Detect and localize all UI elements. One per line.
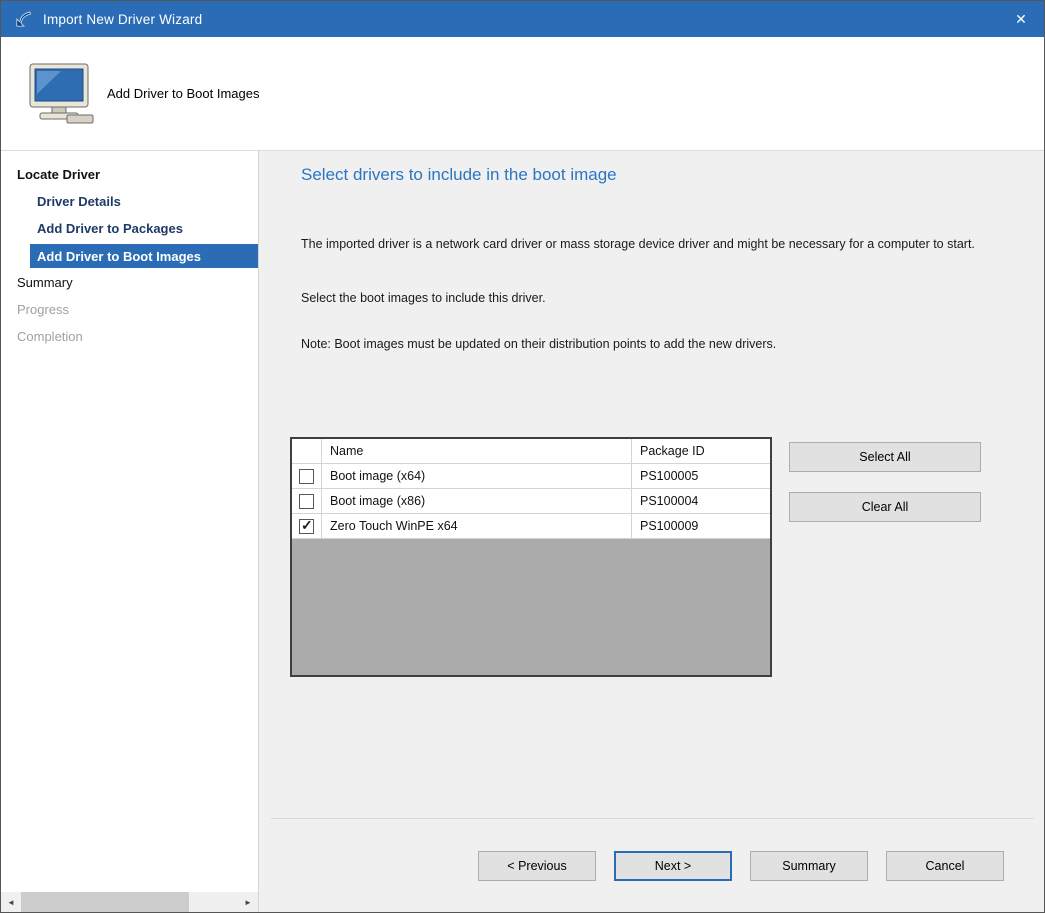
table-row[interactable]: Zero Touch WinPE x64 PS100009 (292, 514, 770, 539)
table-row[interactable]: Boot image (x64) PS100005 (292, 464, 770, 489)
row-name: Zero Touch WinPE x64 (322, 514, 632, 538)
select-all-button[interactable]: Select All (789, 442, 981, 472)
sidebar-item-completion: Completion (1, 323, 258, 350)
clear-all-button[interactable]: Clear All (789, 492, 981, 522)
table-header-row: Name Package ID (292, 439, 770, 464)
row-name: Boot image (x64) (322, 464, 632, 488)
row-package-id: PS100004 (632, 489, 770, 513)
wizard-steps-sidebar: Locate Driver Driver Details Add Driver … (1, 151, 259, 912)
close-button[interactable]: ✕ (998, 1, 1044, 37)
horizontal-scrollbar[interactable]: ◄ ► (1, 892, 258, 912)
note-text: Note: Boot images must be updated on the… (301, 335, 1001, 353)
footer-divider (271, 818, 1034, 819)
window-title: Import New Driver Wizard (43, 12, 202, 27)
next-button[interactable]: Next > (614, 851, 732, 881)
column-header-checkbox[interactable] (292, 439, 322, 463)
sidebar-item-locate-driver[interactable]: Locate Driver (1, 161, 258, 188)
sidebar-item-add-driver-to-boot-images[interactable]: Add Driver to Boot Images (30, 244, 258, 268)
table-row[interactable]: Boot image (x86) PS100004 (292, 489, 770, 514)
wizard-page-title: Add Driver to Boot Images (107, 86, 259, 101)
summary-button[interactable]: Summary (750, 851, 868, 881)
previous-button[interactable]: < Previous (478, 851, 596, 881)
select-text: Select the boot images to include this d… (301, 289, 1001, 307)
row-name: Boot image (x86) (322, 489, 632, 513)
intro-text: The imported driver is a network card dr… (301, 235, 1001, 253)
scrollbar-track[interactable] (21, 892, 238, 912)
sidebar-item-add-driver-to-packages[interactable]: Add Driver to Packages (1, 215, 258, 242)
boot-images-table: Name Package ID Boot image (x64) PS10000… (290, 437, 772, 677)
sidebar-item-driver-details[interactable]: Driver Details (1, 188, 258, 215)
row-package-id: PS100009 (632, 514, 770, 538)
row-checkbox[interactable] (299, 519, 314, 534)
wizard-body: Locate Driver Driver Details Add Driver … (1, 151, 1044, 912)
row-package-id: PS100005 (632, 464, 770, 488)
computer-monitor-icon (21, 62, 99, 126)
sidebar-item-progress: Progress (1, 296, 258, 323)
column-header-package-id[interactable]: Package ID (632, 439, 770, 463)
scrollbar-thumb[interactable] (21, 892, 189, 912)
titlebar: Import New Driver Wizard ✕ (1, 1, 1044, 37)
cancel-button[interactable]: Cancel (886, 851, 1004, 881)
row-checkbox[interactable] (299, 469, 314, 484)
row-checkbox[interactable] (299, 494, 314, 509)
scroll-left-icon[interactable]: ◄ (1, 892, 21, 912)
wizard-arrow-icon (14, 9, 34, 29)
sidebar-item-summary[interactable]: Summary (1, 269, 258, 296)
page-heading: Select drivers to include in the boot im… (301, 165, 617, 185)
wizard-header: Add Driver to Boot Images (1, 37, 1044, 151)
scroll-right-icon[interactable]: ► (238, 892, 258, 912)
column-header-name[interactable]: Name (322, 439, 632, 463)
wizard-main-panel: Select drivers to include in the boot im… (259, 151, 1044, 912)
import-new-driver-wizard-window: Import New Driver Wizard ✕ Add Driver to… (0, 0, 1045, 913)
footer-buttons: < Previous Next > Summary Cancel (478, 851, 1004, 881)
